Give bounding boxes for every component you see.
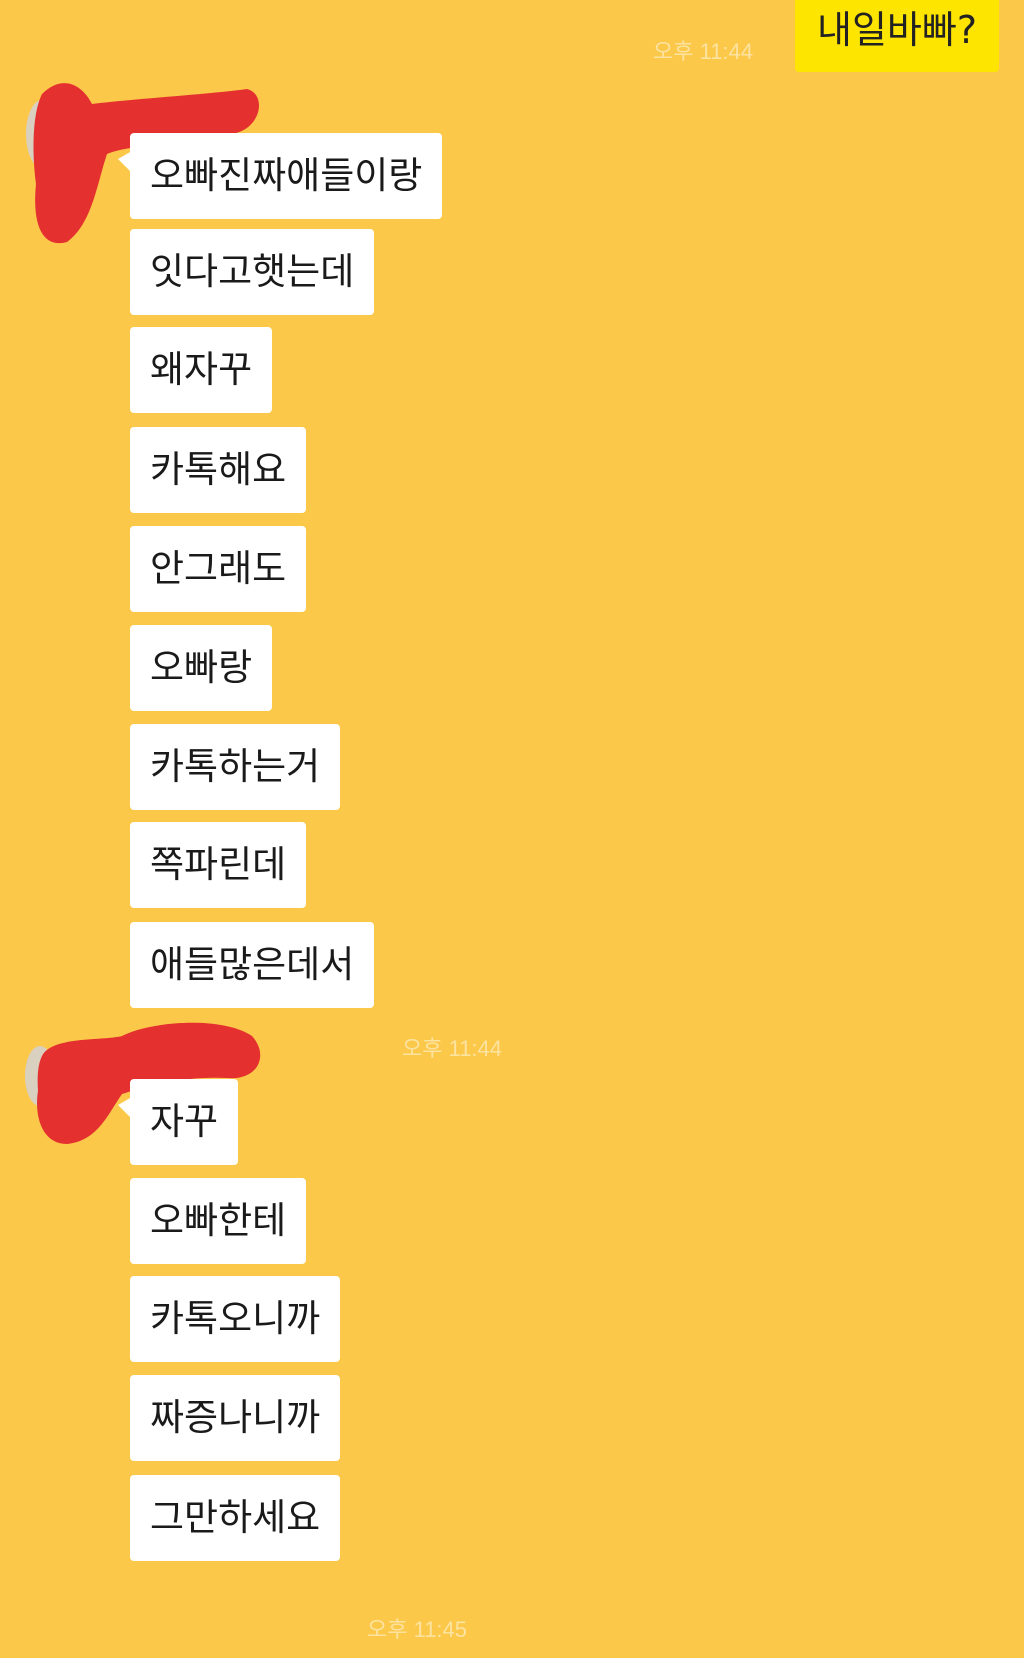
incoming-message-bubble[interactable]: 카톡하는거 [130, 724, 341, 810]
outgoing-timestamp: 오후 11:44 [653, 39, 754, 64]
incoming-timestamp: 오후 11:45 [367, 1617, 468, 1642]
incoming-message-bubble[interactable]: 그만하세요 [130, 1475, 341, 1561]
incoming-message-bubble[interactable]: 카톡오니까 [130, 1276, 341, 1362]
outgoing-message-bubble[interactable]: 내일바빠? [794, 0, 999, 72]
incoming-timestamp: 오후 11:44 [402, 1036, 503, 1061]
outgoing-message-row: 내일바빠? [794, 0, 999, 72]
incoming-message-bubble[interactable]: 오빠진짜애들이랑 [117, 133, 443, 219]
incoming-message-bubble[interactable]: 쪽파린데 [130, 822, 307, 908]
incoming-message-bubble[interactable]: 왜자꾸 [130, 327, 273, 413]
incoming-message-bubble[interactable]: 잇다고햇는데 [130, 229, 375, 315]
incoming-message-bubble[interactable]: 안그래도 [130, 526, 307, 612]
incoming-message-bubble[interactable]: 카톡해요 [130, 427, 307, 513]
incoming-message-bubble[interactable]: 오빠한테 [130, 1178, 307, 1264]
incoming-message-bubble[interactable]: 짜증나니까 [130, 1375, 341, 1461]
incoming-message-bubble[interactable]: 오빠랑 [130, 625, 273, 711]
chat-room: 오후 11:44 내일바빠? 오빠진짜애들이랑 잇다고햇는데 왜자꾸 카톡해요 … [0, 0, 1024, 1658]
incoming-message-bubble[interactable]: 애들많은데서 [130, 922, 375, 1008]
incoming-message-bubble[interactable]: 자꾸 [117, 1079, 239, 1165]
